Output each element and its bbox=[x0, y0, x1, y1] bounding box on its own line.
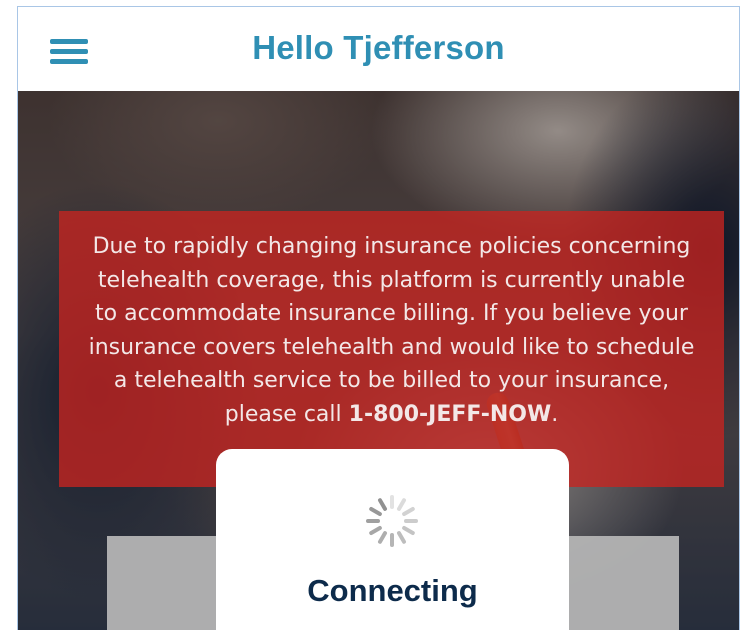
spinner-spoke bbox=[401, 506, 416, 517]
notice-phone-number: 1-800-JEFF-NOW bbox=[348, 401, 552, 427]
spinner-spoke bbox=[368, 525, 383, 536]
spinner-spoke bbox=[366, 519, 380, 523]
spinner-spoke bbox=[396, 497, 407, 512]
page-title: Hello Tjefferson bbox=[252, 29, 505, 66]
app-screen: Hello Tjefferson Due to rapidly changing… bbox=[0, 0, 749, 630]
spinner-spoke bbox=[377, 497, 388, 512]
insurance-notice-banner: Due to rapidly changing insurance polici… bbox=[59, 211, 724, 487]
spinner-spoke bbox=[390, 495, 394, 509]
spinner-spoke bbox=[396, 530, 407, 545]
app-frame: Hello Tjefferson Due to rapidly changing… bbox=[17, 6, 740, 630]
notice-text: Due to rapidly changing insurance polici… bbox=[88, 234, 695, 427]
notice-text-end: . bbox=[551, 401, 559, 427]
top-header: Hello Tjefferson bbox=[18, 7, 739, 91]
spinner-spoke bbox=[377, 530, 388, 545]
connecting-label: Connecting bbox=[307, 573, 478, 608]
spinner-spoke bbox=[401, 525, 416, 536]
connecting-dialog: Connecting bbox=[216, 449, 569, 630]
spinner-spoke bbox=[368, 506, 383, 517]
loading-spinner-icon bbox=[366, 495, 418, 547]
spinner-spoke bbox=[390, 533, 394, 547]
spinner-spoke bbox=[404, 519, 418, 523]
